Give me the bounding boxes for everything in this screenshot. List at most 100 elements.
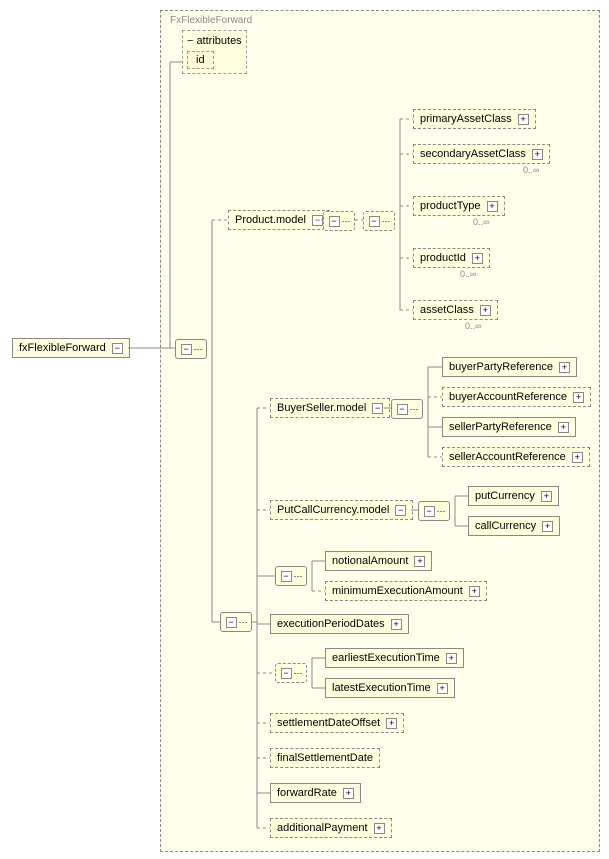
product-model-toggle[interactable]: − [312,215,323,226]
additional-payment-label: additionalPayment [277,822,368,834]
product-model-label: Product.model [235,214,306,226]
settlement-date-offset: settlementDateOffset + [270,713,404,733]
root-sequence: − ⋯ [175,339,207,359]
minimum-execution-amount: minimumExecutionAmount + [325,581,487,601]
product-type-occur: 0..∞ [473,217,489,227]
minimum-execution-amount-label: minimumExecutionAmount [332,585,463,597]
seq-icon: ⋯ [410,404,418,415]
secondary-asset-class-expand[interactable]: + [532,149,543,160]
secondary-asset-class-label: secondaryAssetClass [420,148,526,160]
product-seq2-toggle[interactable]: − [369,216,380,227]
primary-asset-class-expand[interactable]: + [518,114,529,125]
product-seq1: − ⋯ [323,211,355,231]
put-call-toggle[interactable]: − [395,505,406,516]
product-id-expand[interactable]: + [472,253,483,264]
call-currency-label: callCurrency [475,520,536,532]
forward-rate-expand[interactable]: + [343,788,354,799]
put-call-seq: − ⋯ [418,501,450,521]
put-currency: putCurrency + [468,486,559,506]
earliest-execution-time: earliestExecutionTime + [325,648,464,668]
notional-amount-label: notionalAmount [332,555,408,567]
asset-class-label: assetClass [420,304,474,316]
additional-payment-expand[interactable]: + [374,823,385,834]
product-model: Product.model − [228,210,330,230]
buyer-party-reference-expand[interactable]: + [559,362,570,373]
buyer-seller-seq-toggle[interactable]: − [397,404,408,415]
execution-period-dates-expand[interactable]: + [391,619,402,630]
seq-icon: ⋯ [239,617,247,628]
primary-asset-class: primaryAssetClass + [413,109,536,129]
product-type-label: productType [420,200,481,212]
root-toggle[interactable]: − [112,343,123,354]
seller-party-reference: sellerPartyReference + [442,417,576,437]
put-call-seq-toggle[interactable]: − [424,506,435,517]
seq-icon: ⋯ [194,344,202,355]
asset-class-occur: 0..∞ [465,321,481,331]
latest-execution-time-label: latestExecutionTime [332,682,431,694]
put-currency-expand[interactable]: + [541,491,552,502]
settlement-date-offset-label: settlementDateOffset [277,717,380,729]
body-sequence: − ⋯ [220,612,252,632]
buyer-account-reference-label: buyerAccountReference [449,391,567,403]
seq-icon: ⋯ [342,216,350,227]
call-currency: callCurrency + [468,516,560,536]
execution-period-dates-label: executionPeriodDates [277,618,385,630]
execution-period-dates: executionPeriodDates + [270,614,409,634]
exec-times-seq-toggle[interactable]: − [281,668,292,679]
earliest-execution-time-expand[interactable]: + [446,653,457,664]
buyer-account-reference: buyerAccountReference + [442,387,591,407]
root-element: fxFlexibleForward − [12,338,130,358]
root-seq-toggle[interactable]: − [181,344,192,355]
seq-icon: ⋯ [382,216,390,227]
buyer-seller-seq: − ⋯ [391,399,423,419]
buyer-account-reference-expand[interactable]: + [573,392,584,403]
put-call-label: PutCallCurrency.model [277,504,389,516]
seq-icon: ⋯ [294,668,302,679]
call-currency-expand[interactable]: + [542,521,553,532]
buyer-party-reference: buyerPartyReference + [442,357,577,377]
latest-execution-time: latestExecutionTime + [325,678,455,698]
final-settlement-date: finalSettlementDate [270,748,380,768]
settlement-date-offset-expand[interactable]: + [386,718,397,729]
product-seq1-toggle[interactable]: − [329,216,340,227]
asset-class-expand[interactable]: + [480,305,491,316]
secondary-asset-class: secondaryAssetClass + [413,144,550,164]
put-currency-label: putCurrency [475,490,535,502]
product-id-label: productId [420,252,466,264]
root-label: fxFlexibleForward [19,342,106,354]
secondary-asset-class-occur: 0..∞ [523,165,539,175]
amounts-seq-toggle[interactable]: − [281,571,292,582]
seller-account-reference-label: sellerAccountReference [449,451,566,463]
additional-payment: additionalPayment + [270,818,392,838]
put-call-model: PutCallCurrency.model − [270,500,413,520]
attributes-toggle[interactable]: − [187,35,193,47]
notional-amount-expand[interactable]: + [414,556,425,567]
amounts-seq: − ⋯ [275,566,307,586]
buyer-seller-model: BuyerSeller.model − [270,398,390,418]
forward-rate-label: forwardRate [277,787,337,799]
seller-party-reference-expand[interactable]: + [558,422,569,433]
primary-asset-class-label: primaryAssetClass [420,113,512,125]
seq-icon: ⋯ [294,571,302,582]
final-settlement-date-label: finalSettlementDate [277,752,373,764]
product-id: productId + [413,248,490,268]
buyer-seller-toggle[interactable]: − [372,403,383,414]
attributes-header-label: attributes [196,35,241,47]
minimum-execution-amount-expand[interactable]: + [469,586,480,597]
seq-icon: ⋯ [437,506,445,517]
forward-rate: forwardRate + [270,783,361,803]
product-seq2: − ⋯ [363,211,395,231]
product-type-expand[interactable]: + [487,201,498,212]
body-seq-toggle[interactable]: − [226,617,237,628]
product-id-occur: 0..∞ [460,269,476,279]
earliest-execution-time-label: earliestExecutionTime [332,652,440,664]
seller-account-reference: sellerAccountReference + [442,447,590,467]
attribute-id: id [187,51,214,69]
seller-party-reference-label: sellerPartyReference [449,421,552,433]
buyer-party-reference-label: buyerPartyReference [449,361,553,373]
attributes-box: − attributes id [182,30,247,74]
notional-amount: notionalAmount + [325,551,432,571]
latest-execution-time-expand[interactable]: + [437,683,448,694]
product-type: productType + [413,196,505,216]
seller-account-reference-expand[interactable]: + [572,452,583,463]
